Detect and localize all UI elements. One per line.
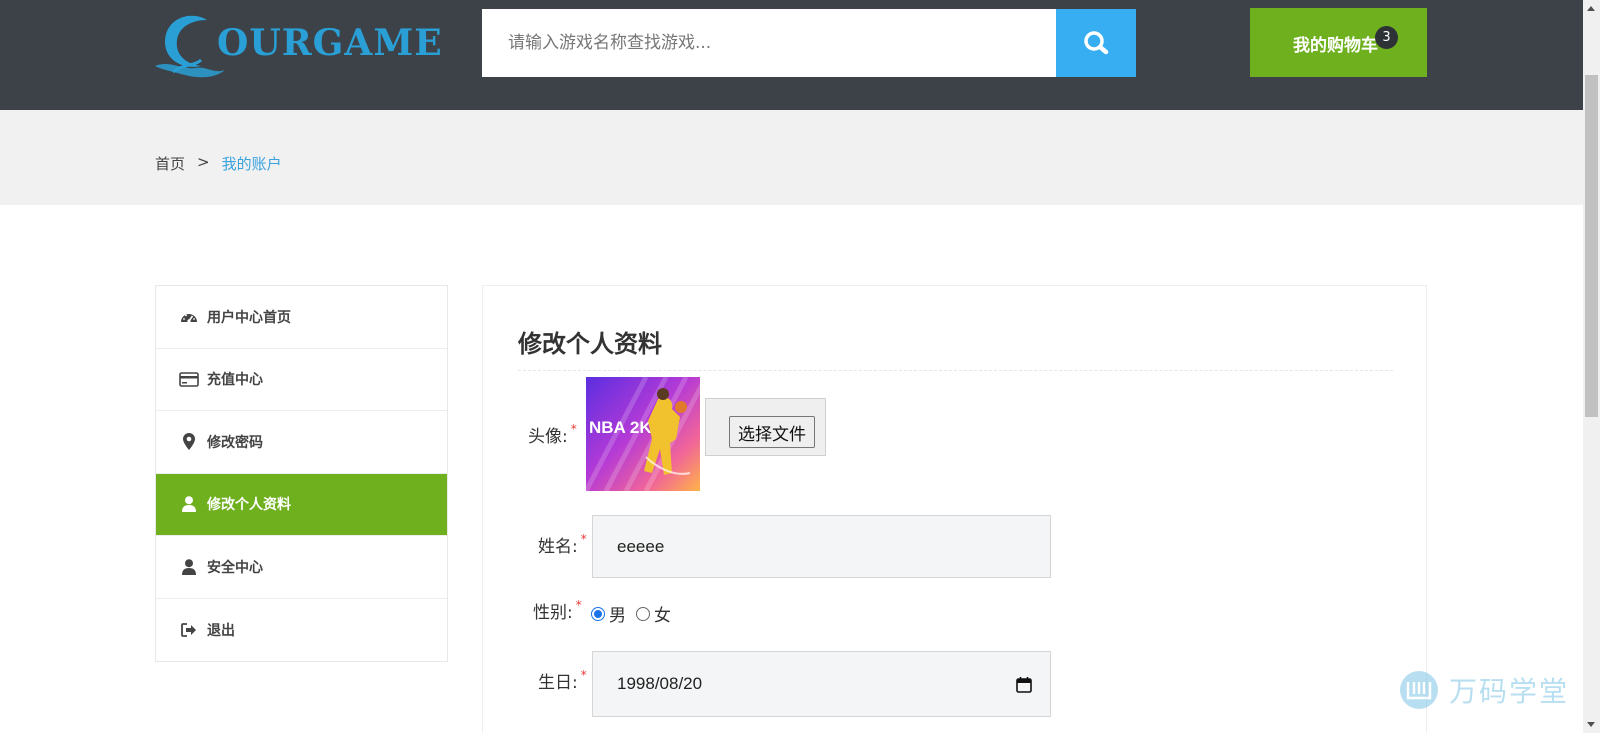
birthday-label-text: 生日:: [538, 673, 578, 693]
breadcrumb-home-link[interactable]: 首页: [155, 153, 185, 174]
cart-button[interactable]: 我的购物车 3: [1250, 8, 1427, 77]
logo-text: OURGAME: [217, 22, 443, 64]
profile-edit-panel: 修改个人资料 头像: * NBA 2K24 选择文件 姓名: * eeeee 性…: [482, 285, 1427, 733]
cart-count-badge: 3: [1375, 26, 1398, 49]
required-mark: *: [580, 532, 587, 546]
gender-label-text: 性别:: [533, 603, 573, 623]
name-label: 姓名: *: [538, 532, 587, 557]
page-scrollbar[interactable]: [1583, 0, 1600, 733]
sidebar-item-security[interactable]: 安全中心: [156, 536, 447, 599]
birthday-value: 1998/08/20: [617, 674, 703, 693]
user-icon: [179, 558, 199, 576]
gender-label: 性别: *: [533, 598, 582, 623]
gender-radio-group: 男 女: [591, 601, 681, 626]
sidebar-item-label: 退出: [207, 622, 235, 639]
required-mark: *: [570, 422, 577, 436]
watermark-text: 万码学堂: [1449, 675, 1570, 708]
page-title: 修改个人资料: [518, 330, 662, 358]
breadcrumb-bar: 首页 > 我的账户: [0, 110, 1583, 205]
sidebar-item-edit-profile[interactable]: 修改个人资料: [156, 473, 447, 536]
file-upload-box: 选择文件: [705, 398, 826, 456]
sidebar-item-label: 修改密码: [207, 434, 263, 451]
sidebar-item-label: 安全中心: [207, 559, 263, 576]
scroll-up-arrow-icon[interactable]: [1587, 6, 1595, 11]
breadcrumb-current[interactable]: 我的账户: [222, 153, 282, 174]
scroll-down-arrow-icon[interactable]: [1587, 722, 1595, 727]
search-input[interactable]: [482, 9, 1056, 77]
sidebar-item-user-center[interactable]: 用户中心首页: [156, 286, 447, 349]
credit-card-icon: [179, 370, 199, 388]
required-mark: *: [580, 668, 587, 682]
search-button[interactable]: [1056, 9, 1136, 77]
gender-female-label[interactable]: 女: [654, 601, 671, 626]
gender-female-radio[interactable]: [636, 606, 650, 621]
search-icon: [1084, 31, 1109, 55]
watermark-logo-icon: [1400, 671, 1438, 709]
sidebar-item-recharge[interactable]: 充值中心: [156, 349, 447, 411]
cart-label: 我的购物车: [1293, 36, 1378, 56]
avatar-image: NBA 2K24: [586, 377, 700, 491]
account-sidebar: 用户中心首页 充值中心 修改密码 修改个人资料 安全中心 退出: [155, 285, 448, 662]
sidebar-item-label: 用户中心首页: [207, 309, 291, 326]
user-icon: [179, 495, 199, 513]
name-label-text: 姓名:: [538, 537, 578, 557]
gender-male-label[interactable]: 男: [609, 601, 626, 626]
sign-out-icon: [179, 621, 199, 639]
logo-swirl-icon: [155, 15, 225, 78]
sidebar-item-change-password[interactable]: 修改密码: [156, 411, 447, 474]
avatar-label: 头像: *: [528, 422, 577, 447]
birthday-date-input[interactable]: 1998/08/20: [592, 651, 1051, 717]
watermark: 万码学堂: [1399, 670, 1569, 710]
gender-male-radio[interactable]: [591, 606, 605, 621]
name-input[interactable]: [592, 515, 1051, 578]
site-logo[interactable]: OURGAME: [155, 8, 450, 78]
choose-file-button[interactable]: 选择文件: [729, 416, 815, 448]
sidebar-item-label: 修改个人资料: [207, 497, 291, 514]
breadcrumb-separator: >: [197, 153, 210, 171]
breadcrumb: 首页 > 我的账户: [155, 153, 282, 174]
avatar-artwork: NBA 2K24: [586, 377, 700, 491]
sidebar-item-label: 充值中心: [207, 372, 263, 389]
sidebar-item-logout[interactable]: 退出: [156, 599, 447, 662]
title-divider: [518, 370, 1393, 371]
scrollbar-thumb[interactable]: [1585, 75, 1598, 417]
map-marker-icon: [179, 433, 199, 451]
required-mark: *: [575, 598, 582, 612]
avatar-label-text: 头像:: [528, 427, 568, 447]
dashboard-icon: [179, 308, 199, 326]
calendar-icon[interactable]: [1016, 676, 1032, 698]
top-header: OURGAME 我的购物车 3: [0, 0, 1583, 110]
birthday-label: 生日: *: [538, 668, 587, 693]
